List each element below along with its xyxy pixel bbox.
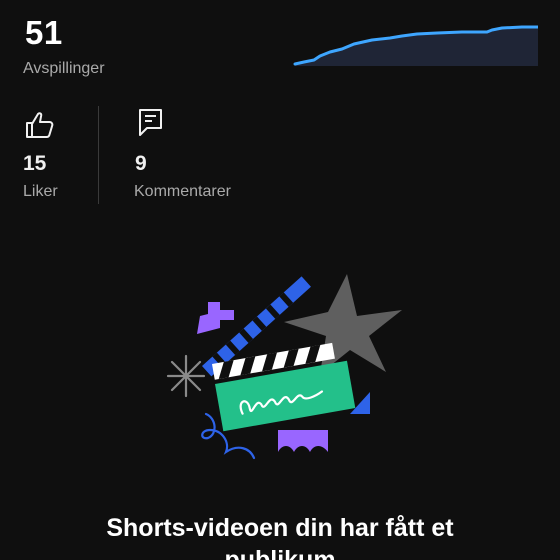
views-label: Avspillinger (23, 60, 105, 77)
likes-label: Liker (23, 183, 58, 200)
likes-count: 15 (23, 152, 47, 175)
comments-count: 9 (135, 152, 147, 175)
comments-label: Kommentarer (134, 183, 231, 200)
clapperboard-illustration (166, 274, 402, 460)
spark-shape (166, 354, 206, 398)
headline: Shorts-videoen din har fått et publikum (106, 514, 454, 560)
comment-icon (139, 109, 162, 136)
views-sparkline[interactable] (292, 20, 538, 70)
thumbs-up-icon (26, 112, 54, 138)
analytics-page: 51 Avspillinger 15 Liker 9 Kommentarer S… (0, 0, 560, 560)
stats-divider (98, 106, 99, 204)
purple-arch (278, 430, 328, 452)
views-count: 51 (25, 14, 63, 51)
purple-step-shape (197, 302, 234, 334)
